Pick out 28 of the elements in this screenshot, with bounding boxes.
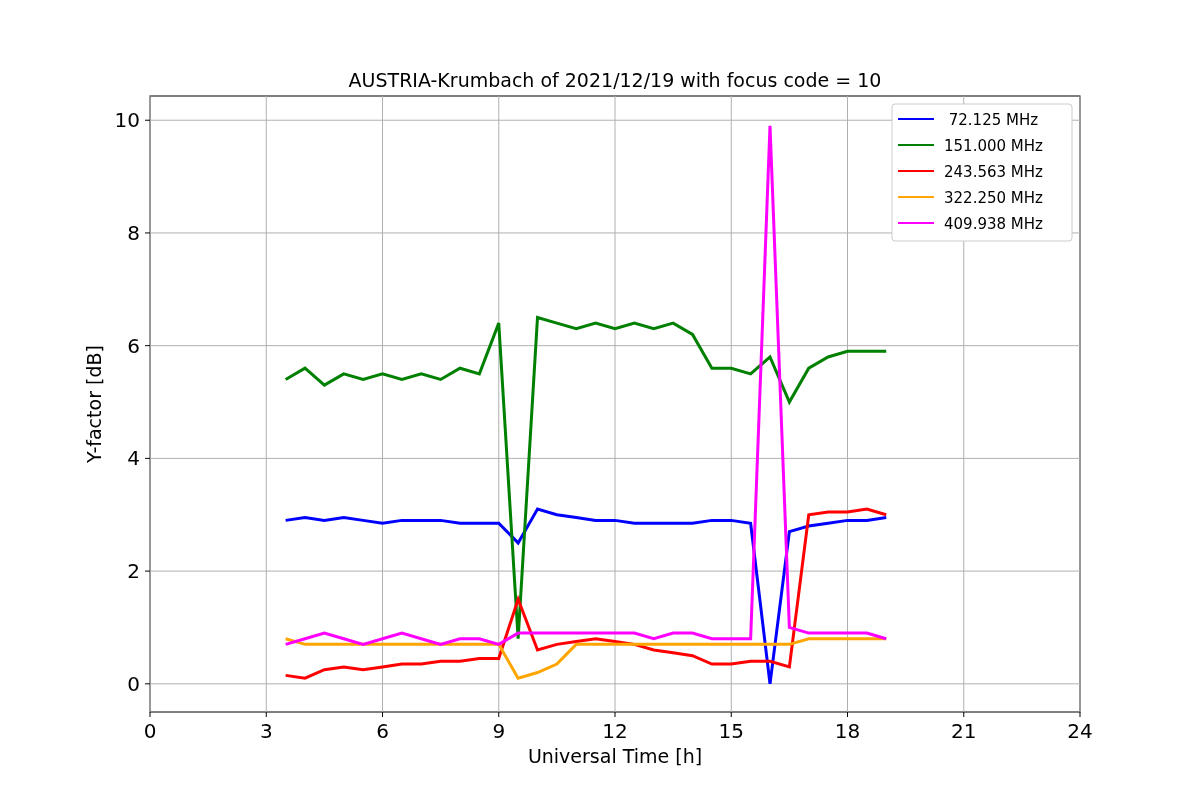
y-tick-label: 0 (127, 671, 140, 696)
y-tick-label: 4 (127, 446, 140, 471)
legend-label: 151.000 MHz (944, 137, 1043, 155)
x-tick-label: 9 (492, 719, 506, 743)
x-tick-label: 15 (718, 719, 744, 743)
legend-line (897, 144, 935, 146)
x-tick-label: 6 (376, 719, 389, 743)
x-axis-label: Universal Time [h] (527, 745, 703, 767)
legend-line (897, 118, 935, 120)
x-tick-label: 0 (143, 719, 157, 743)
x-tick-label: 21 (951, 719, 977, 743)
legend-line (897, 196, 935, 198)
x-tick-label: 3 (259, 719, 273, 743)
chart-title: AUSTRIA-Krumbach of 2021/12/19 with focus code = 10 (348, 69, 882, 91)
legend-label: 72.125 MHz (948, 111, 1039, 129)
legend-line (897, 170, 935, 172)
legend-line (897, 222, 935, 224)
y-tick-label: 6 (127, 333, 140, 358)
y-tick-label: 2 (127, 559, 140, 584)
y-tick-label: 8 (127, 220, 140, 245)
x-tick-label: 12 (602, 719, 628, 743)
y-tick-label: 10 (114, 108, 140, 133)
legend-label: 409.938 MHz (944, 215, 1043, 233)
x-tick-label: 18 (834, 719, 861, 743)
x-tick-label: 24 (1067, 719, 1093, 743)
legend-label: 322.250 MHz (944, 189, 1043, 207)
y-axis-label: Y-factor [dB] (83, 345, 105, 463)
legend-label: 243.563 MHz (944, 163, 1043, 181)
